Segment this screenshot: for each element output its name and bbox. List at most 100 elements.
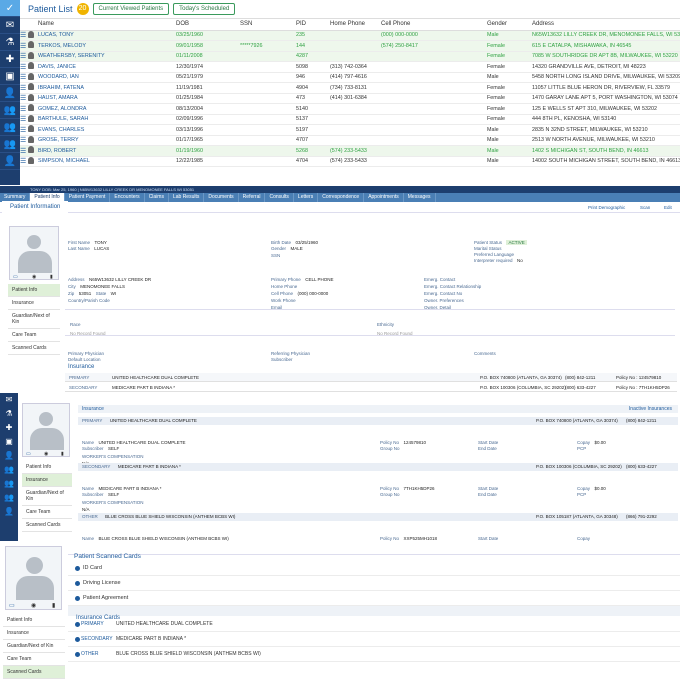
menu-icon[interactable]: ☰	[20, 137, 26, 144]
users-icon[interactable]: 👥	[0, 477, 18, 491]
edit-button[interactable]: Edit	[664, 205, 672, 210]
nav-patient-info[interactable]: Patient Info	[3, 614, 65, 627]
nav-guardian-next-of-kin[interactable]: Guardian/Next of Kin	[8, 310, 60, 329]
insurance-row[interactable]: SECONDARY MEDICARE PART B INDIANA * P.O.…	[65, 383, 677, 392]
table-row[interactable]: ☰ WEATHERSBY, SERENITY 01/11/2008 4287 Femal…	[20, 51, 680, 62]
patient-name[interactable]: EVANS, CHARLES	[38, 124, 176, 136]
insurance-row[interactable]: PRIMARY UNITED HEALTHCARE DUAL COMPLETE …	[65, 373, 677, 382]
insurance-card-item[interactable]: SECONDARY MEDICARE PART B INDIANA *	[68, 633, 680, 647]
menu-icon[interactable]: ☰	[20, 43, 26, 50]
tab-encounters[interactable]: Encounters	[110, 193, 145, 202]
patient-name[interactable]: LUCAS, TONY	[38, 30, 176, 41]
patient-name[interactable]: WEATHERSBY, SERENITY	[38, 51, 176, 62]
menu-icon[interactable]: ☰	[20, 106, 26, 113]
check-icon[interactable]: ✓	[0, 0, 20, 17]
menu-icon[interactable]: ☰	[20, 95, 26, 102]
users-icon[interactable]: 👥	[0, 102, 20, 119]
tab-lab-results[interactable]: Lab Results	[169, 193, 205, 202]
col-home-phone[interactable]: Home Phone	[330, 19, 381, 31]
camera-icon[interactable]: ◉	[44, 451, 48, 457]
nav-insurance[interactable]: Insurance	[8, 297, 60, 310]
col-dob[interactable]: DOB	[176, 19, 240, 31]
nav-care-team[interactable]: Care Team	[22, 506, 72, 519]
insurance-card-header[interactable]: SECONDARY MEDICARE PART B INDIANA * P.O.…	[78, 463, 678, 471]
table-row[interactable]: ☰ WOODARD, IAN 05/21/1979 946 (414) 797-4616…	[20, 72, 680, 83]
user-icon[interactable]: 👤	[0, 449, 18, 463]
nav-patient-info[interactable]: Patient Info	[22, 461, 72, 474]
insurance-card-header[interactable]: PRIMARY UNITED HEALTHCARE DUAL COMPLETE …	[78, 417, 678, 425]
mail-icon[interactable]: ✉	[0, 17, 20, 34]
tab-patient-payment[interactable]: Patient Payment	[65, 193, 111, 202]
tab-consults[interactable]: Consults	[265, 193, 294, 202]
table-row[interactable]: ☰ BIRD, ROBERT 01/19/1960 5268 (574) 233-543…	[20, 145, 680, 157]
camera-icon[interactable]: ◉	[31, 602, 36, 609]
patient-name[interactable]: HAUST, AMARA	[38, 93, 176, 104]
menu-icon[interactable]: ☰	[20, 158, 26, 165]
tab-referral[interactable]: Referral	[239, 193, 266, 202]
table-row[interactable]: ☰ TERKOS, MELODY 09/01/1958 *****7926 144 (57…	[20, 40, 680, 52]
menu-icon[interactable]: ☰	[20, 148, 26, 155]
nav-patient-info[interactable]: Patient Info	[8, 284, 60, 297]
print-demographic-link[interactable]: Print Demographic	[588, 205, 625, 210]
table-row[interactable]: ☰ BARTHULE, SARAH 02/09/1996 5137 Female 444 …	[20, 114, 680, 125]
tab-claims[interactable]: Claims	[145, 193, 169, 202]
table-row[interactable]: ☰ IBRAHIM, FATENA 11/19/1981 4904 (734) 733-…	[20, 82, 680, 94]
menu-icon[interactable]: ☰	[20, 127, 26, 134]
tab-appointments[interactable]: Appointments	[364, 193, 404, 202]
patient-name[interactable]: BARTHULE, SARAH	[38, 114, 176, 125]
patient-name[interactable]: DAVIS, JANICE	[38, 61, 176, 73]
tab-documents[interactable]: Documents	[204, 193, 239, 202]
scanned-card-item[interactable]: Driving License	[68, 577, 680, 591]
insurance-card-item[interactable]: OTHER BLUE CROSS BLUE SHIELD WISCONSIN (…	[68, 648, 680, 662]
menu-icon[interactable]: ☰	[20, 74, 26, 81]
folder-icon[interactable]: ▭	[9, 602, 15, 609]
trash-icon[interactable]: ▮	[50, 274, 53, 280]
patient-name[interactable]: GROSE, TERRY	[38, 135, 176, 146]
users-icon[interactable]: 👥	[0, 491, 18, 505]
nav-guardian-next-of-kin[interactable]: Guardian/Next of Kin	[22, 487, 72, 506]
patient-name[interactable]: BIRD, ROBERT	[38, 145, 176, 157]
table-row[interactable]: ☰ GROSE, TERRY 01/17/1965 4707 Male 2513 W NO…	[20, 135, 680, 146]
menu-icon[interactable]: ☰	[20, 116, 26, 123]
nav-care-team[interactable]: Care Team	[3, 653, 65, 666]
patient-name[interactable]: GOMEZ, ALONDRA	[38, 103, 176, 115]
inactive-insurances-link[interactable]: Inactive Insurances	[629, 405, 672, 413]
tab-correspondence[interactable]: Correspondence	[318, 193, 365, 202]
menu-icon[interactable]: ☰	[20, 85, 26, 92]
folder-icon[interactable]: ▭	[26, 451, 31, 457]
patient-name[interactable]: SIMPSON, MICHAEL	[38, 156, 176, 167]
camera-icon[interactable]: ◉	[32, 274, 36, 280]
table-row[interactable]: ☰ SIMPSON, MICHAEL 12/22/1985 4704 (574) 233…	[20, 156, 680, 167]
table-row[interactable]: ☰ HAUST, AMARA 01/25/1984 473 (414) 301-6384…	[20, 93, 680, 104]
table-row[interactable]: ☰ LUCAS, TONY 03/25/1960 235 (000) 000-0000 M…	[20, 30, 680, 41]
current-viewed-button[interactable]: Current Viewed Patients	[92, 3, 170, 15]
col-ssn[interactable]: SSN	[240, 19, 296, 31]
tab-letters[interactable]: Letters	[294, 193, 319, 202]
folder-icon[interactable]: ▭	[13, 274, 18, 280]
trash-icon[interactable]: ▮	[61, 451, 64, 457]
col-gender[interactable]: Gender	[487, 19, 532, 31]
scan-button[interactable]: Scan	[640, 205, 650, 210]
flask-icon[interactable]: ⚗	[0, 407, 18, 421]
insurance-card-header[interactable]: OTHER BLUE CROSS BLUE SHIELD WISCONSIN (…	[78, 513, 678, 521]
menu-icon[interactable]: ☰	[20, 53, 26, 60]
users-icon[interactable]: 👥	[0, 119, 20, 136]
col-cell-phone[interactable]: Cell Phone	[381, 19, 487, 31]
patient-name[interactable]: IBRAHIM, FATENA	[38, 82, 176, 94]
hospital-icon[interactable]: ✚	[0, 51, 20, 68]
todays-scheduled-button[interactable]: Today's Scheduled	[173, 3, 236, 15]
menu-icon[interactable]: ☰	[20, 64, 26, 71]
user-icon[interactable]: 👤	[0, 505, 18, 519]
table-row[interactable]: ☰ EVANS, CHARLES 03/13/1996 5197 Male 2835 N …	[20, 124, 680, 136]
users-icon[interactable]: 👥	[0, 136, 20, 153]
col-name[interactable]: Name	[38, 19, 176, 31]
scanned-card-item[interactable]: Patient Agreement	[68, 592, 680, 606]
flask-icon[interactable]: ⚗	[0, 34, 20, 51]
tab-messages[interactable]: Messages	[404, 193, 436, 202]
camera-icon[interactable]: ▣	[0, 68, 20, 85]
nav-care-team[interactable]: Care Team	[8, 329, 60, 342]
nav-insurance[interactable]: Insurance	[3, 627, 65, 640]
hospital-icon[interactable]: ✚	[0, 421, 18, 435]
insurance-card-item[interactable]: PRIMARY UNITED HEALTHCARE DUAL COMPLETE	[68, 618, 680, 632]
nav-scanned-cards[interactable]: Scanned Cards	[22, 519, 72, 532]
